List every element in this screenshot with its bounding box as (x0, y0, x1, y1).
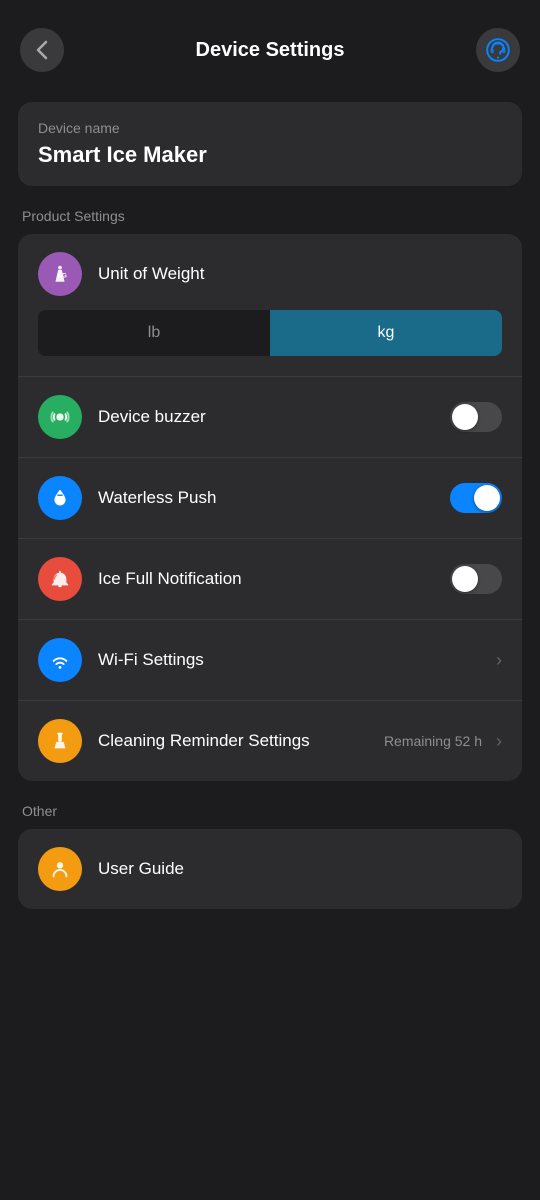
support-button[interactable] (476, 28, 520, 72)
unit-of-weight-icon: KG (38, 252, 82, 296)
weight-lb-option[interactable]: lb (38, 310, 270, 356)
other-settings-card: User Guide (18, 829, 522, 909)
waterless-push-row[interactable]: Waterless Push (18, 458, 522, 539)
cleaning-reminder-chevron: › (496, 731, 502, 752)
device-name-value: Smart Ice Maker (38, 142, 502, 168)
waterless-push-knob (474, 485, 500, 511)
ice-full-notification-toggle[interactable] (450, 564, 502, 594)
device-buzzer-label: Device buzzer (98, 407, 450, 427)
device-name-card: Device name Smart Ice Maker (18, 102, 522, 186)
wifi-settings-icon (38, 638, 82, 682)
other-section-label: Other (0, 803, 540, 829)
cleaning-reminder-remaining: Remaining 52 h (384, 733, 482, 749)
waterless-push-toggle[interactable] (450, 483, 502, 513)
wifi-settings-chevron: › (496, 650, 502, 671)
weight-toggle-bar[interactable]: lb kg (38, 310, 502, 356)
ice-full-notification-row[interactable]: Ice Full Notification (18, 539, 522, 620)
page-title: Device Settings (196, 39, 345, 62)
cleaning-reminder-icon (38, 719, 82, 763)
unit-of-weight-row: KG Unit of Weight lb kg (18, 234, 522, 377)
ice-full-notification-label: Ice Full Notification (98, 569, 450, 589)
wifi-settings-row[interactable]: Wi-Fi Settings › (18, 620, 522, 701)
weight-kg-option[interactable]: kg (270, 310, 502, 356)
device-buzzer-toggle[interactable] (450, 402, 502, 432)
ice-full-notification-knob (452, 566, 478, 592)
device-buzzer-icon (38, 395, 82, 439)
waterless-push-label: Waterless Push (98, 488, 450, 508)
user-guide-icon (38, 847, 82, 891)
wifi-settings-label: Wi-Fi Settings (98, 650, 488, 670)
user-guide-row[interactable]: User Guide (18, 829, 522, 909)
svg-text:KG: KG (57, 273, 67, 280)
unit-of-weight-label: Unit of Weight (98, 264, 502, 284)
header: Device Settings (0, 0, 540, 92)
device-name-label: Device name (38, 120, 502, 136)
cleaning-reminder-row[interactable]: Cleaning Reminder Settings Remaining 52 … (18, 701, 522, 781)
device-buzzer-row[interactable]: Device buzzer (18, 377, 522, 458)
product-settings-label: Product Settings (0, 208, 540, 234)
cleaning-reminder-label: Cleaning Reminder Settings (98, 731, 384, 751)
back-button[interactable] (20, 28, 64, 72)
device-buzzer-knob (452, 404, 478, 430)
ice-full-notification-icon (38, 557, 82, 601)
product-settings-card: KG Unit of Weight lb kg Device buzzer (18, 234, 522, 781)
waterless-push-icon (38, 476, 82, 520)
user-guide-label: User Guide (98, 859, 502, 879)
